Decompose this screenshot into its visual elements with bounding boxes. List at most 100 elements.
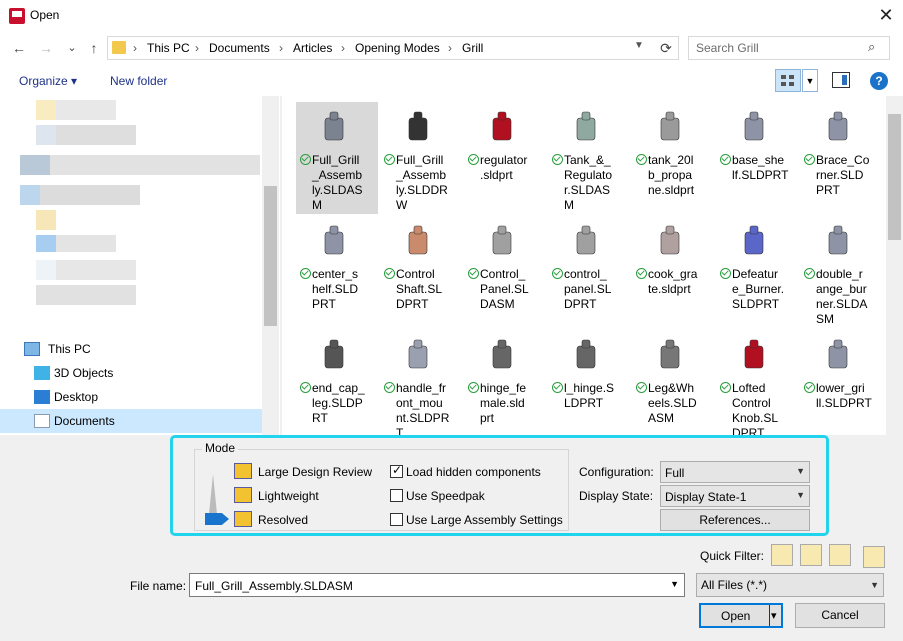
file-item[interactable]: cook_gra te.sldprt [632, 216, 714, 326]
open-dropdown-arrow-icon[interactable]: ▾ [771, 609, 777, 622]
file-item[interactable]: Lofted Control Knob.SL DPRT [716, 330, 798, 435]
forward-arrow-icon[interactable]: → [36, 38, 56, 58]
organize-button[interactable]: Organize ▾ [19, 74, 77, 88]
file-item[interactable]: Leg&Wh eels.SLD ASM [632, 330, 714, 435]
sync-check-icon [804, 382, 815, 393]
file-name-line: Shaft.SL [396, 282, 443, 296]
file-name-line: Full_Grill [312, 153, 360, 167]
file-name-line: helf.SLD [312, 282, 359, 296]
file-name-line: e_Burner. [732, 282, 785, 296]
breadcrumb-opening-modes[interactable]: Opening Modes [355, 41, 440, 55]
title-bar [0, 0, 903, 32]
file-thumbnail-icon [813, 222, 863, 266]
file-item[interactable]: tank_20l b_propa ne.sldprt [632, 102, 714, 212]
recent-locations-icon[interactable]: ⌄ [62, 38, 82, 58]
file-item[interactable]: base_she lf.SLDPRT [716, 102, 798, 212]
file-item[interactable]: hinge_fe male.sld prt [464, 330, 546, 435]
file-item[interactable]: Brace_Co rner.SLD PRT [800, 102, 882, 212]
file-thumbnail-icon [645, 108, 695, 152]
file-thumbnail-icon [393, 336, 443, 380]
sidebar-item-desktop[interactable]: Desktop [0, 385, 262, 409]
search-icon[interactable]: ⌕ [868, 39, 875, 55]
folder-icon [112, 41, 126, 54]
cube-icon [34, 366, 50, 380]
file-name-line: base_she [732, 153, 785, 167]
file-name-line: _Assemb [312, 168, 363, 182]
file-item[interactable]: center_s helf.SLD PRT [296, 216, 378, 326]
help-icon[interactable]: ? [870, 72, 888, 90]
chevron-down-icon[interactable]: ▼ [634, 40, 644, 51]
breadcrumb-articles[interactable]: Articles [293, 41, 332, 55]
sidebar-item-documents[interactable]: Documents [0, 409, 262, 433]
filter-drawings-icon[interactable] [829, 544, 851, 566]
file-item[interactable]: Control Shaft.SL DPRT [380, 216, 462, 326]
quick-filter-label: Quick Filter: [700, 549, 765, 563]
preview-pane-icon[interactable] [832, 72, 850, 88]
sync-check-icon [384, 382, 395, 393]
open-button[interactable]: Open ▾ [699, 603, 783, 628]
file-name-line: ont_mou [396, 396, 443, 410]
chevron-down-icon: ▼ [870, 580, 879, 590]
navigation-pane[interactable]: This PC 3D Objects Desktop Documents [0, 96, 280, 435]
file-item[interactable]: Full_Grill _Assemb ly.SLDDR W [380, 102, 462, 212]
highlight-outline [170, 435, 829, 536]
file-name-line: Defeatur [732, 267, 779, 281]
file-name-line: Tank_&_ [564, 153, 611, 167]
file-name-line: RT [312, 411, 328, 425]
file-name: Control Shaft.SL DPRT [396, 267, 462, 312]
computer-icon [24, 342, 40, 356]
file-item[interactable]: Control_ Panel.SL DASM [464, 216, 546, 326]
file-item[interactable]: Tank_&_ Regulato r.SLDAS M [548, 102, 630, 212]
sync-check-icon [804, 268, 815, 279]
breadcrumb-this-pc[interactable]: This PC [147, 41, 190, 55]
file-item[interactable]: double_r ange_bur ner.SLDA SM [800, 216, 882, 326]
file-scrollbar-thumb[interactable] [888, 114, 901, 240]
file-thumbnail-icon [309, 108, 359, 152]
file-name-line: panel.SL [564, 282, 612, 296]
file-name-line: M [312, 198, 322, 212]
file-name-line: Control [396, 267, 435, 281]
sidebar-item-3d-objects[interactable]: 3D Objects [0, 361, 262, 385]
file-item[interactable]: Defeatur e_Burner. SLDPRT [716, 216, 798, 326]
filter-parts-icon[interactable] [771, 544, 793, 566]
file-item[interactable]: l_hinge.S LDPRT [548, 330, 630, 435]
file-name-line: lower_gri [816, 381, 865, 395]
file-name-line: PRT [816, 183, 840, 197]
breadcrumb-grill[interactable]: Grill [462, 41, 483, 55]
refresh-icon[interactable]: ⟳ [655, 37, 677, 59]
nav-scrollbar-thumb[interactable] [264, 186, 277, 326]
file-item[interactable]: lower_gri ll.SLDPRT [800, 330, 882, 435]
close-icon[interactable]: ✕ [872, 2, 900, 28]
up-arrow-icon[interactable]: ↑ [84, 38, 104, 58]
file-thumbnail-icon [729, 108, 779, 152]
file-item[interactable]: control_ panel.SL DPRT [548, 216, 630, 326]
filter-top-level-assemblies-icon[interactable] [863, 546, 885, 568]
file-name-line: Control [732, 396, 771, 410]
file-name: Tank_&_ Regulato r.SLDAS M [564, 153, 630, 213]
sidebar-item-this-pc[interactable]: This PC [0, 337, 262, 361]
file-type-value: All Files (*.*) [701, 578, 768, 592]
filter-assemblies-icon[interactable] [800, 544, 822, 566]
sync-check-icon [720, 268, 731, 279]
chevron-down-icon[interactable]: ▼ [670, 579, 679, 589]
file-name-line: M [564, 198, 574, 212]
file-item[interactable]: handle_fr ont_mou nt.SLDPR T [380, 330, 462, 435]
file-thumbnail-icon [477, 222, 527, 266]
breadcrumb-documents[interactable]: Documents [209, 41, 270, 55]
cancel-button[interactable]: Cancel [795, 603, 885, 628]
view-options-dropdown[interactable]: ▼ [802, 69, 818, 92]
file-item[interactable]: regulator .sldprt [464, 102, 546, 212]
file-item[interactable]: end_cap_ leg.SLDP RT [296, 330, 378, 435]
file-type-select[interactable]: All Files (*.*) ▼ [696, 573, 884, 597]
file-list[interactable]: Full_Grill _Assemb ly.SLDAS M Full_Grill _Ass… [282, 96, 886, 435]
view-icon[interactable] [775, 69, 801, 92]
file-name-line: T [396, 426, 404, 435]
file-item[interactable]: Full_Grill _Assemb ly.SLDAS M [296, 102, 378, 214]
file-name-input[interactable]: Full_Grill_Assembly.SLDASM ▼ [189, 573, 685, 597]
file-thumbnail-icon [477, 336, 527, 380]
new-folder-button[interactable]: New folder [110, 74, 167, 88]
file-name: lower_gri ll.SLDPRT [816, 381, 882, 411]
back-arrow-icon[interactable]: ← [9, 38, 29, 58]
file-name-line: Brace_Co [816, 153, 870, 167]
file-thumbnail-icon [309, 222, 359, 266]
